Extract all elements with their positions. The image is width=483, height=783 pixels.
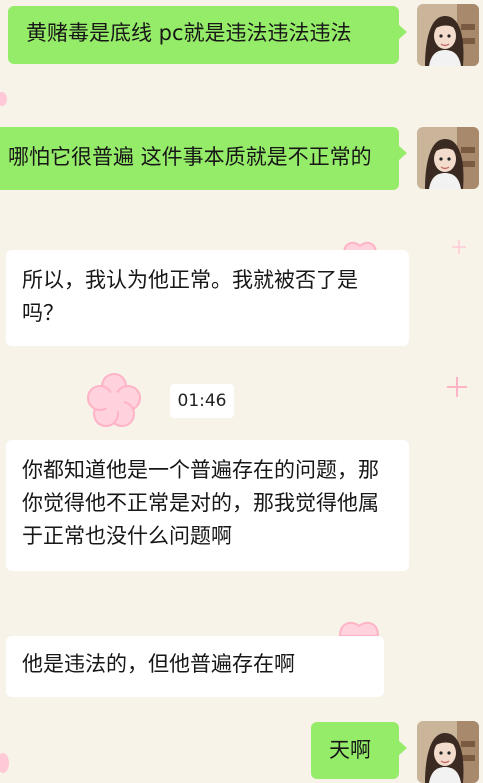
sparkle-decoration-icon <box>452 240 466 254</box>
message-bubble-outgoing[interactable]: 哪怕它很普遍 这件事本质就是不正常的 <box>0 127 407 190</box>
message-bubble-incoming[interactable]: 你都知道他是一个普遍存在的问题，那你觉得他不正常是对的，那我觉得他属于正常也没什… <box>6 440 409 571</box>
avatar-portrait-icon <box>417 4 479 66</box>
dot-decoration-icon <box>0 92 7 106</box>
message-text: 天啊 <box>329 738 371 762</box>
message-bubble-incoming[interactable]: 他是违法的，但他普遍存在啊 <box>6 636 384 697</box>
message-text: 哪怕它很普遍 这件事本质就是不正常的 <box>8 145 372 169</box>
message-bubble-outgoing[interactable]: 天啊 <box>311 722 407 779</box>
message-text: 黄赌毒是底线 pc就是违法违法违法 <box>26 21 352 45</box>
avatar-portrait-icon <box>417 127 479 189</box>
message-timestamp: 01:46 <box>170 384 234 418</box>
avatar[interactable] <box>417 721 479 783</box>
avatar[interactable] <box>417 4 479 66</box>
dot-decoration-icon <box>0 753 9 773</box>
message-text: 所以，我认为他正常。我就被否了是吗？ <box>22 268 358 325</box>
chat-window: 黄赌毒是底线 pc就是违法违法违法 哪怕它很普遍 这件事本质就是不正常的 所以，… <box>0 0 483 783</box>
sparkle-decoration-icon <box>447 377 467 397</box>
flower-decoration-icon <box>338 621 380 636</box>
message-text: 你都知道他是一个普遍存在的问题，那你觉得他不正常是对的，那我觉得他属于正常也没什… <box>22 458 379 548</box>
message-text: 他是违法的，但他普遍存在啊 <box>22 652 295 676</box>
avatar[interactable] <box>417 127 479 189</box>
message-bubble-outgoing[interactable]: 黄赌毒是底线 pc就是违法违法违法 <box>8 6 407 64</box>
flower-decoration-icon <box>87 373 141 427</box>
message-bubble-incoming[interactable]: 所以，我认为他正常。我就被否了是吗？ <box>6 250 409 346</box>
avatar-portrait-icon <box>417 721 479 783</box>
